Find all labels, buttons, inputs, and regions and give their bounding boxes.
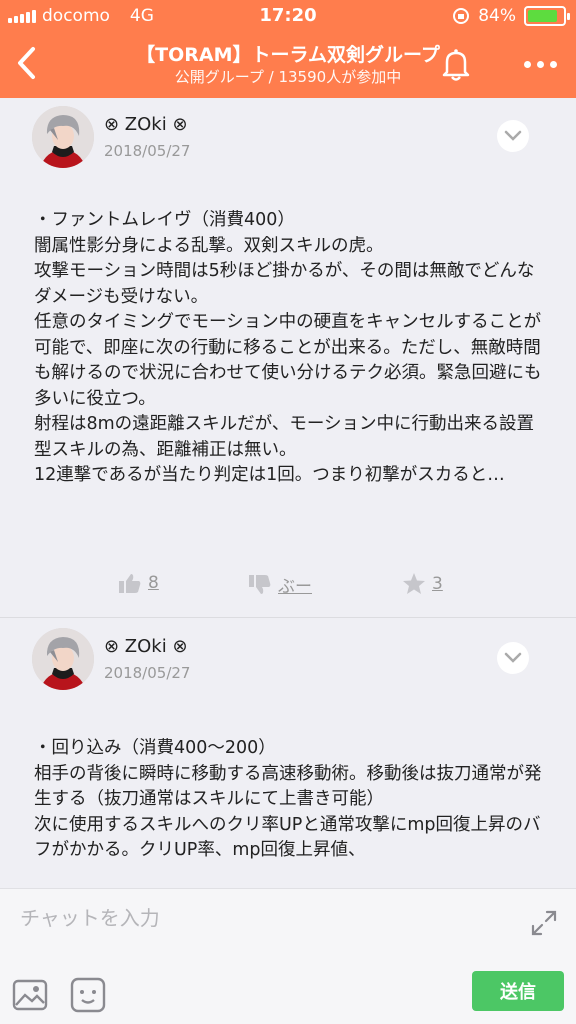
star-icon <box>403 573 425 594</box>
battery-percent: 84% <box>478 6 516 26</box>
image-button[interactable] <box>12 977 48 1013</box>
post-item: ⊗ ZOki ⊗ 2018/05/27 ・ファントムレイヴ（消費400） 闇属性… <box>0 98 576 618</box>
image-icon <box>12 979 48 1011</box>
thumbs-up-icon <box>119 574 141 593</box>
expand-composer-button[interactable] <box>530 909 558 937</box>
avatar[interactable] <box>32 106 94 168</box>
like-button[interactable]: 8 <box>118 572 159 594</box>
boo-label: ぶー <box>278 577 312 597</box>
thumbs-down-icon <box>249 574 271 594</box>
chevron-left-icon <box>18 47 35 79</box>
like-count: 8 <box>148 573 159 593</box>
chevron-down-icon <box>504 652 522 663</box>
boo-button[interactable]: ぶー <box>248 572 312 597</box>
rotation-lock-icon <box>453 8 470 24</box>
sticker-button[interactable] <box>70 977 106 1013</box>
chevron-down-icon <box>504 130 522 141</box>
back-button[interactable] <box>8 40 44 86</box>
chat-input[interactable] <box>20 901 500 935</box>
expand-arrows-icon <box>531 910 557 936</box>
bell-icon <box>442 49 470 81</box>
post-actions: 8 ぶー 3 <box>0 572 576 602</box>
star-count: 3 <box>432 573 443 594</box>
notification-button[interactable] <box>436 44 476 84</box>
more-button[interactable] <box>518 44 562 84</box>
smile-face-icon <box>70 977 106 1013</box>
more-dots-icon <box>523 60 531 68</box>
post-date: 2018/05/27 <box>104 664 191 682</box>
avatar[interactable] <box>32 628 94 690</box>
post-item: ⊗ ZOki ⊗ 2018/05/27 ・回り込み（消費400〜200） 相手の… <box>0 618 576 888</box>
composer: 送信 <box>0 888 576 1024</box>
post-feed[interactable]: ⊗ ZOki ⊗ 2018/05/27 ・ファントムレイヴ（消費400） 闇属性… <box>0 98 576 888</box>
app-header: docomo 4G 17:20 84% 【TORAM】トーラム双剣グループ 公開… <box>0 0 576 98</box>
post-date: 2018/05/27 <box>104 142 191 160</box>
status-bar: docomo 4G 17:20 84% <box>0 0 576 32</box>
post-body: ・回り込み（消費400〜200） 相手の背後に瞬時に移動する高速移動術。移動後は… <box>34 738 542 860</box>
post-author[interactable]: ⊗ ZOki ⊗ <box>104 636 188 657</box>
star-button[interactable]: 3 <box>402 572 443 595</box>
post-options-button[interactable] <box>497 642 529 674</box>
post-options-button[interactable] <box>497 120 529 152</box>
nav-bar: 【TORAM】トーラム双剣グループ 公開グループ / 13590人が参加中 <box>0 36 576 96</box>
post-author[interactable]: ⊗ ZOki ⊗ <box>104 114 188 135</box>
send-button[interactable]: 送信 <box>472 971 564 1011</box>
post-body: ・ファントムレイヴ（消費400） 闇属性影分身による乱撃。双剣スキルの虎。 攻撃… <box>34 210 542 485</box>
battery-icon <box>524 6 570 26</box>
